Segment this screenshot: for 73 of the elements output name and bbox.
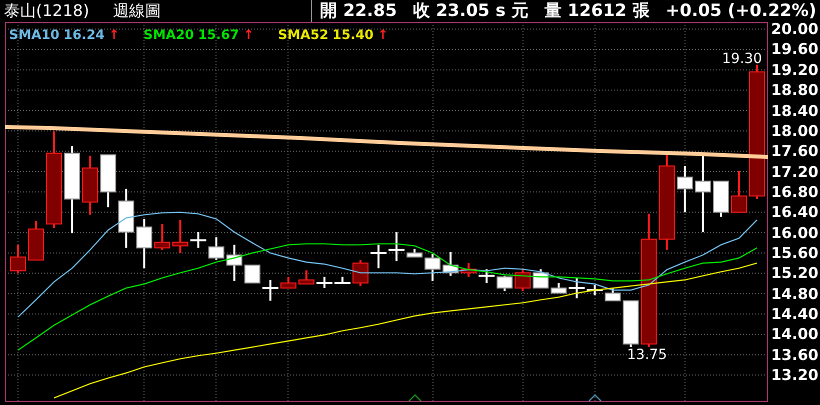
chart-period: 週線圖 bbox=[113, 0, 162, 22]
candlestick bbox=[424, 254, 441, 281]
candlestick bbox=[568, 278, 585, 298]
axis-label: 13.60 bbox=[771, 344, 818, 365]
candlestick bbox=[496, 276, 513, 292]
axis-label: 19.60 bbox=[771, 39, 818, 60]
candlestick bbox=[10, 244, 26, 274]
quote-value: +0.05 (+0.22%) bbox=[666, 0, 816, 22]
legend-label: SMA52 bbox=[278, 27, 328, 45]
candlestick bbox=[514, 269, 531, 292]
marker-icon bbox=[408, 394, 422, 402]
quote-value: 開 22.85 bbox=[320, 0, 397, 22]
axis-label: 20.00 bbox=[771, 19, 818, 40]
candlestick bbox=[730, 171, 747, 213]
candlestick bbox=[316, 276, 332, 288]
marker-icon bbox=[588, 394, 602, 402]
candlestick bbox=[226, 244, 242, 281]
trend-arrow: ↑ bbox=[108, 27, 120, 45]
candlestick bbox=[352, 260, 368, 286]
legend-value: 15.67 bbox=[198, 27, 240, 45]
axis-label: 19.20 bbox=[771, 60, 818, 80]
legend-label: SMA20 bbox=[143, 27, 194, 45]
candlestick bbox=[334, 276, 350, 284]
candlestick bbox=[244, 264, 260, 284]
candlestick bbox=[118, 188, 134, 248]
candlestick bbox=[478, 269, 495, 283]
axis-label: 13.20 bbox=[771, 365, 818, 386]
candlestick bbox=[172, 220, 188, 253]
candlestick bbox=[406, 248, 423, 258]
price-label: 19.30 bbox=[722, 51, 762, 67]
trend-arrow: ↑ bbox=[243, 27, 254, 45]
candlestick bbox=[82, 156, 98, 215]
legend-value: 16.24 bbox=[63, 27, 105, 45]
axis-label: 16.40 bbox=[771, 202, 818, 222]
candlestick bbox=[208, 237, 224, 260]
candlestick bbox=[298, 270, 314, 284]
candlestick bbox=[190, 232, 206, 248]
price-label: 13.75 bbox=[627, 347, 668, 363]
legend-label: SMA10 bbox=[9, 27, 60, 45]
axis-label: 14.00 bbox=[771, 324, 818, 344]
candlestick bbox=[676, 166, 693, 212]
candlestick bbox=[28, 220, 44, 261]
axis-label: 15.60 bbox=[771, 242, 818, 263]
candlestick bbox=[604, 288, 621, 302]
axis-label: 18.00 bbox=[771, 120, 818, 141]
stock-name: 泰山(1218) bbox=[4, 0, 90, 22]
candlestick bbox=[262, 280, 278, 301]
axis-label: 16.80 bbox=[771, 182, 818, 202]
candlestick bbox=[442, 252, 459, 276]
axis-label: 15.20 bbox=[771, 263, 818, 284]
candlestick bbox=[388, 232, 404, 262]
axis-label: 17.20 bbox=[771, 162, 818, 182]
candlestick bbox=[100, 154, 116, 208]
axis-label: 18.80 bbox=[771, 80, 818, 100]
candlestick bbox=[532, 269, 549, 289]
candlestick bbox=[370, 244, 386, 268]
axis-label: 17.60 bbox=[771, 141, 818, 162]
quote-value: 收 23.05 s 元 bbox=[412, 0, 529, 22]
candlestick bbox=[586, 285, 603, 296]
candlestick bbox=[136, 218, 152, 268]
candlestick bbox=[154, 224, 170, 250]
axis-label: 14.80 bbox=[771, 284, 818, 304]
axis-label: 16.00 bbox=[771, 222, 818, 243]
trend-arrow: ↑ bbox=[378, 27, 388, 45]
candlestick bbox=[622, 300, 639, 348]
axis-label: 18.40 bbox=[771, 100, 818, 120]
candlestick bbox=[460, 263, 477, 277]
candlestick bbox=[550, 282, 567, 294]
legend-value: 15.40 bbox=[332, 27, 374, 45]
candlestick bbox=[712, 180, 729, 217]
axis-label: 14.40 bbox=[771, 304, 818, 324]
quote-value: 量 12612 張 bbox=[544, 0, 650, 22]
candlestick bbox=[280, 276, 296, 289]
